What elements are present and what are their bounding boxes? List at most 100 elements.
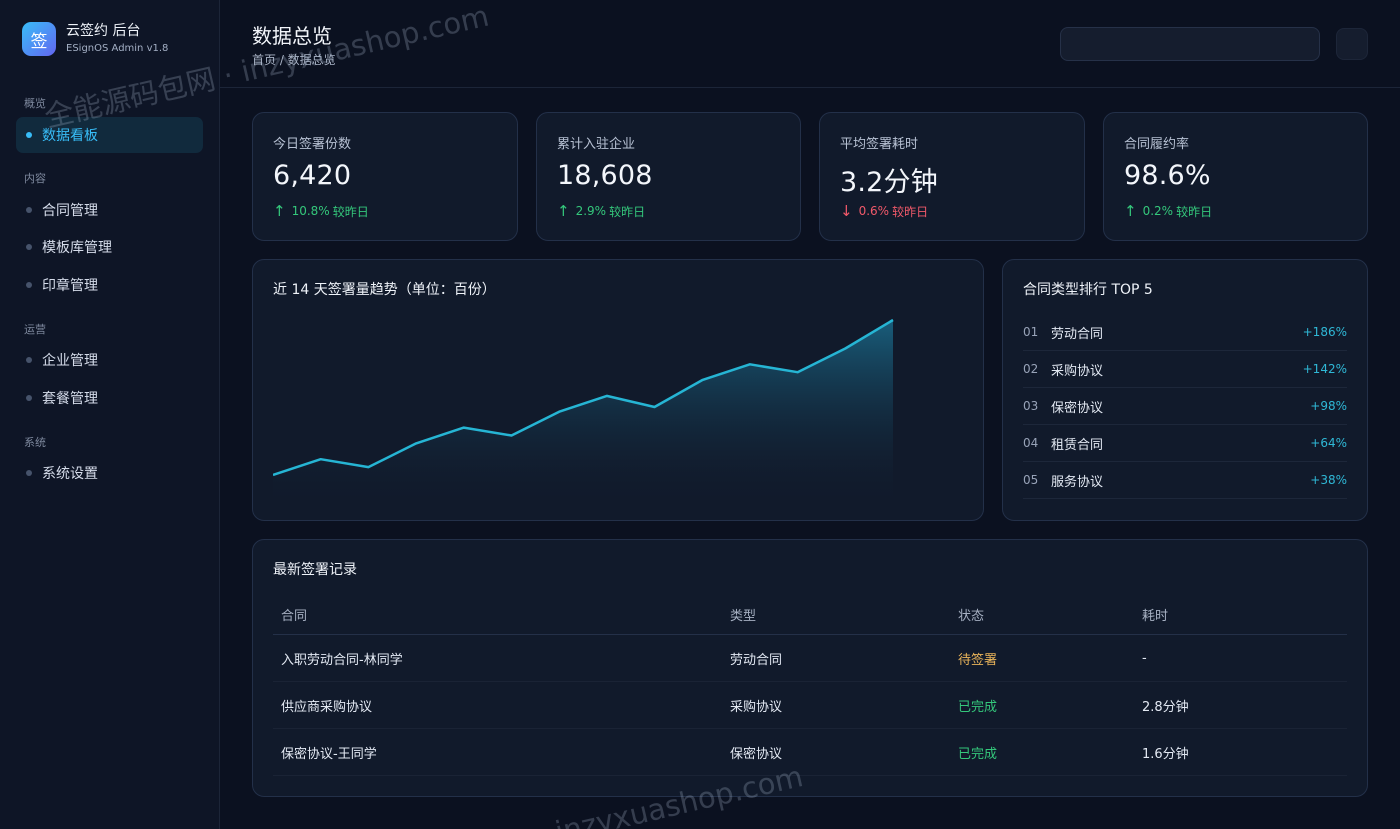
rank-growth: +186%: [1302, 325, 1347, 339]
table-row[interactable]: 入职劳动合同-林同学 劳动合同 待签署 -: [273, 635, 1347, 682]
rank-number: 04: [1023, 436, 1039, 450]
ranking-row[interactable]: 03 保密协议 +98%: [1023, 388, 1347, 425]
trend-point: [890, 317, 896, 323]
sidebar-item-label: 印章管理: [42, 278, 98, 294]
sidebar-item-templates[interactable]: 模板库管理: [16, 229, 203, 265]
sidebar-item-enterprises[interactable]: 企业管理: [16, 342, 203, 378]
stat-delta: ↓ 0.6% 较昨日: [840, 202, 928, 220]
stat-value: 18,608: [557, 160, 653, 191]
trend-point: [604, 393, 610, 399]
breadcrumb[interactable]: 首页 / 数据总览: [252, 51, 336, 68]
status-badge: 已完成: [958, 746, 998, 762]
ranking-row[interactable]: 02 采购协议 +142%: [1023, 351, 1347, 388]
stat-label: 累计入驻企业: [557, 137, 636, 152]
stat-label: 合同履约率: [1124, 137, 1190, 152]
rank-number: 03: [1023, 399, 1039, 413]
column-header-contract[interactable]: 合同: [273, 605, 730, 624]
ranking-card: 合同类型排行 TOP 5 01 劳动合同 +186% 02 采购协议 +142%…: [1002, 259, 1368, 521]
ranking-row[interactable]: 01 劳动合同 +186%: [1023, 314, 1347, 351]
status-badge: 已完成: [958, 699, 998, 715]
rank-name: 采购协议: [1051, 363, 1104, 379]
search-input[interactable]: [1060, 27, 1320, 61]
rank-name: 保密协议: [1051, 400, 1104, 416]
sidebar-item-settings[interactable]: 系统设置: [16, 455, 203, 491]
trend-point: [365, 464, 371, 470]
column-header-type[interactable]: 类型: [730, 605, 958, 624]
sidebar-item-label: 企业管理: [42, 353, 98, 369]
stat-delta: ↑ 2.9% 较昨日: [557, 202, 645, 220]
nav-section-system: 系统: [24, 436, 46, 449]
rank-name: 租赁合同: [1051, 437, 1104, 453]
stat-card-avg-duration: 平均签署耗时 3.2分钟 ↓ 0.6% 较昨日: [819, 112, 1085, 241]
sidebar-item-label: 数据看板: [42, 128, 98, 144]
active-dot-icon: [26, 132, 32, 138]
cell-duration: 1.6分钟: [1142, 746, 1189, 762]
notification-icon[interactable]: [1336, 28, 1368, 60]
stat-value: 98.6%: [1124, 160, 1211, 191]
arrow-up-icon: ↑: [273, 202, 286, 220]
dot-icon: [26, 244, 32, 250]
delta-note: 较昨日: [892, 204, 929, 219]
stat-label: 平均签署耗时: [840, 137, 919, 152]
brand-title: 云签约 后台: [66, 23, 141, 39]
delta-note: 较昨日: [332, 204, 369, 219]
page-header: 数据总览 首页 / 数据总览: [220, 0, 1400, 88]
rank-growth: +38%: [1310, 473, 1347, 487]
column-header-status[interactable]: 状态: [958, 605, 1142, 624]
sidebar-item-plans[interactable]: 套餐管理: [16, 380, 203, 416]
sidebar-item-label: 合同管理: [42, 203, 98, 219]
arrow-up-icon: ↑: [557, 202, 570, 220]
sidebar-item-label: 系统设置: [42, 466, 98, 482]
records-card: 最新签署记录 合同 类型 状态 耗时 入职劳动合同-林同学 劳动合同 待签署 -…: [252, 539, 1368, 797]
stat-delta: ↑ 10.8% 较昨日: [273, 202, 369, 220]
trend-point: [318, 456, 324, 462]
trend-point: [842, 346, 848, 352]
ranking-list: 01 劳动合同 +186% 02 采购协议 +142% 03 保密协议 +98%…: [1023, 314, 1347, 499]
rank-name: 服务协议: [1051, 474, 1104, 490]
trend-chart: [273, 317, 896, 504]
delta-percent: 2.9%: [575, 204, 607, 218]
trend-point: [652, 404, 658, 410]
trend-point: [747, 361, 753, 367]
ranking-row[interactable]: 05 服务协议 +38%: [1023, 462, 1347, 499]
trend-point: [795, 369, 801, 375]
records-title: 最新签署记录: [273, 562, 357, 578]
sidebar-item-label: 模板库管理: [42, 240, 112, 256]
chart-title: 近 14 天签署量趋势（单位：百份）: [273, 282, 496, 298]
sidebar-item-seals[interactable]: 印章管理: [16, 267, 203, 303]
rank-name: 劳动合同: [1051, 326, 1104, 342]
cell-contract: 保密协议-王同学: [281, 746, 377, 762]
nav-section-content: 内容: [24, 172, 46, 185]
stat-delta: ↑ 0.2% 较昨日: [1124, 202, 1212, 220]
brand-subtitle: ESignOS Admin v1.8: [66, 43, 169, 54]
records-table: 合同 类型 状态 耗时 入职劳动合同-林同学 劳动合同 待签署 - 供应商采购协…: [273, 594, 1347, 776]
stat-card-fulfillment: 合同履约率 98.6% ↑ 0.2% 较昨日: [1103, 112, 1368, 241]
sidebar-item-dashboard[interactable]: 数据看板: [16, 117, 203, 153]
column-header-duration[interactable]: 耗时: [1142, 605, 1347, 624]
brand[interactable]: 签 云签约 后台 ESignOS Admin v1.8: [22, 22, 168, 56]
nav-section-operations: 运营: [24, 323, 46, 336]
table-header: 合同 类型 状态 耗时: [273, 594, 1347, 635]
cell-type: 保密协议: [730, 746, 783, 762]
ranking-row[interactable]: 04 租赁合同 +64%: [1023, 425, 1347, 462]
rank-growth: +98%: [1310, 399, 1347, 413]
table-row[interactable]: 供应商采购协议 采购协议 已完成 2.8分钟: [273, 682, 1347, 729]
delta-percent: 10.8%: [291, 204, 330, 218]
rank-growth: +64%: [1310, 436, 1347, 450]
brand-logo: 签: [22, 22, 56, 56]
cell-contract: 供应商采购协议: [281, 699, 373, 715]
trend-point: [556, 409, 562, 415]
delta-note: 较昨日: [1176, 204, 1213, 219]
sidebar-item-contracts[interactable]: 合同管理: [16, 192, 203, 228]
table-row[interactable]: 保密协议-王同学 保密协议 已完成 1.6分钟: [273, 729, 1347, 776]
dot-icon: [26, 395, 32, 401]
sidebar: 签 云签约 后台 ESignOS Admin v1.8 概览 数据看板 内容 合…: [0, 0, 220, 829]
dot-icon: [26, 282, 32, 288]
ranking-title: 合同类型排行 TOP 5: [1023, 282, 1153, 298]
trend-point: [461, 425, 467, 431]
cell-type: 采购协议: [730, 699, 783, 715]
delta-percent: 0.6%: [858, 204, 890, 218]
arrow-up-icon: ↑: [1124, 202, 1137, 220]
cell-contract: 入职劳动合同-林同学: [281, 652, 403, 668]
dot-icon: [26, 207, 32, 213]
